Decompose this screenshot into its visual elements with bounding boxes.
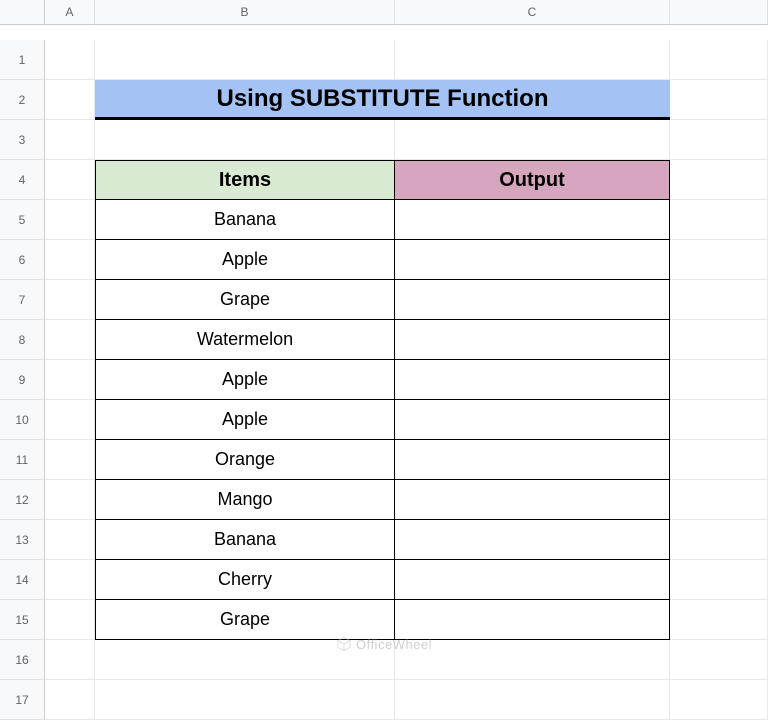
row-header-9[interactable]: 9 <box>0 360 45 400</box>
cell-a7[interactable] <box>45 280 95 320</box>
cell-b7[interactable]: Grape <box>95 280 395 320</box>
cell-d15[interactable] <box>670 600 768 640</box>
cell-d4[interactable] <box>670 160 768 200</box>
cell-d11[interactable] <box>670 440 768 480</box>
cell-b17[interactable] <box>95 680 395 720</box>
row-header-17[interactable]: 17 <box>0 680 45 720</box>
cell-c16[interactable] <box>395 640 670 680</box>
cell-b1[interactable] <box>95 40 395 80</box>
cell-a9[interactable] <box>45 360 95 400</box>
cell-c1[interactable] <box>395 40 670 80</box>
cell-a8[interactable] <box>45 320 95 360</box>
row-header-7[interactable]: 7 <box>0 280 45 320</box>
cell-c17[interactable] <box>395 680 670 720</box>
cell-c3[interactable] <box>395 120 670 160</box>
col-header-a[interactable]: A <box>45 0 95 25</box>
header-output[interactable]: Output <box>395 160 670 200</box>
cell-a15[interactable] <box>45 600 95 640</box>
header-items[interactable]: Items <box>95 160 395 200</box>
cell-b16[interactable] <box>95 640 395 680</box>
cell-b12[interactable]: Mango <box>95 480 395 520</box>
cell-c15[interactable] <box>395 600 670 640</box>
cell-d7[interactable] <box>670 280 768 320</box>
cell-d3[interactable] <box>670 120 768 160</box>
col-header-next[interactable] <box>670 0 768 25</box>
cell-a6[interactable] <box>45 240 95 280</box>
cell-a16[interactable] <box>45 640 95 680</box>
cell-b6[interactable]: Apple <box>95 240 395 280</box>
cell-c14[interactable] <box>395 560 670 600</box>
row-header-8[interactable]: 8 <box>0 320 45 360</box>
cell-b11[interactable]: Orange <box>95 440 395 480</box>
cell-d2[interactable] <box>670 80 768 120</box>
cell-a2[interactable] <box>45 80 95 120</box>
cell-c11[interactable] <box>395 440 670 480</box>
cell-a10[interactable] <box>45 400 95 440</box>
cell-a13[interactable] <box>45 520 95 560</box>
cell-d16[interactable] <box>670 640 768 680</box>
cell-d10[interactable] <box>670 400 768 440</box>
cell-d8[interactable] <box>670 320 768 360</box>
cell-c6[interactable] <box>395 240 670 280</box>
select-all-corner[interactable] <box>0 0 45 25</box>
row-header-12[interactable]: 12 <box>0 480 45 520</box>
row-header-14[interactable]: 14 <box>0 560 45 600</box>
row-header-15[interactable]: 15 <box>0 600 45 640</box>
row-header-6[interactable]: 6 <box>0 240 45 280</box>
cell-c13[interactable] <box>395 520 670 560</box>
cell-d12[interactable] <box>670 480 768 520</box>
cell-c7[interactable] <box>395 280 670 320</box>
row-header-10[interactable]: 10 <box>0 400 45 440</box>
cell-d9[interactable] <box>670 360 768 400</box>
cell-c10[interactable] <box>395 400 670 440</box>
cell-b15[interactable]: Grape <box>95 600 395 640</box>
cell-b3[interactable] <box>95 120 395 160</box>
row-header-16[interactable]: 16 <box>0 640 45 680</box>
cell-d13[interactable] <box>670 520 768 560</box>
cell-a14[interactable] <box>45 560 95 600</box>
cell-a3[interactable] <box>45 120 95 160</box>
row-header-2[interactable]: 2 <box>0 80 45 120</box>
row-header-3[interactable]: 3 <box>0 120 45 160</box>
cell-c8[interactable] <box>395 320 670 360</box>
cell-c9[interactable] <box>395 360 670 400</box>
cell-b8[interactable]: Watermelon <box>95 320 395 360</box>
cell-b13[interactable]: Banana <box>95 520 395 560</box>
cell-c12[interactable] <box>395 480 670 520</box>
row-header-5[interactable]: 5 <box>0 200 45 240</box>
cell-a5[interactable] <box>45 200 95 240</box>
cell-a12[interactable] <box>45 480 95 520</box>
cell-d1[interactable] <box>670 40 768 80</box>
cell-c5[interactable] <box>395 200 670 240</box>
cell-a4[interactable] <box>45 160 95 200</box>
spreadsheet-grid: A B C 1 2 Using SUBSTITUTE Function 3 4 … <box>0 0 768 720</box>
row-header-4[interactable]: 4 <box>0 160 45 200</box>
row-header-1[interactable]: 1 <box>0 40 45 80</box>
cell-b5[interactable]: Banana <box>95 200 395 240</box>
cell-d6[interactable] <box>670 240 768 280</box>
col-header-b[interactable]: B <box>95 0 395 25</box>
cell-a11[interactable] <box>45 440 95 480</box>
row-header-11[interactable]: 11 <box>0 440 45 480</box>
cell-b10[interactable]: Apple <box>95 400 395 440</box>
title-cell[interactable]: Using SUBSTITUTE Function <box>95 80 670 120</box>
row-header-13[interactable]: 13 <box>0 520 45 560</box>
cell-d14[interactable] <box>670 560 768 600</box>
cell-b9[interactable]: Apple <box>95 360 395 400</box>
cell-a17[interactable] <box>45 680 95 720</box>
cell-a1[interactable] <box>45 40 95 80</box>
cell-b14[interactable]: Cherry <box>95 560 395 600</box>
cell-d17[interactable] <box>670 680 768 720</box>
cell-d5[interactable] <box>670 200 768 240</box>
col-header-c[interactable]: C <box>395 0 670 25</box>
